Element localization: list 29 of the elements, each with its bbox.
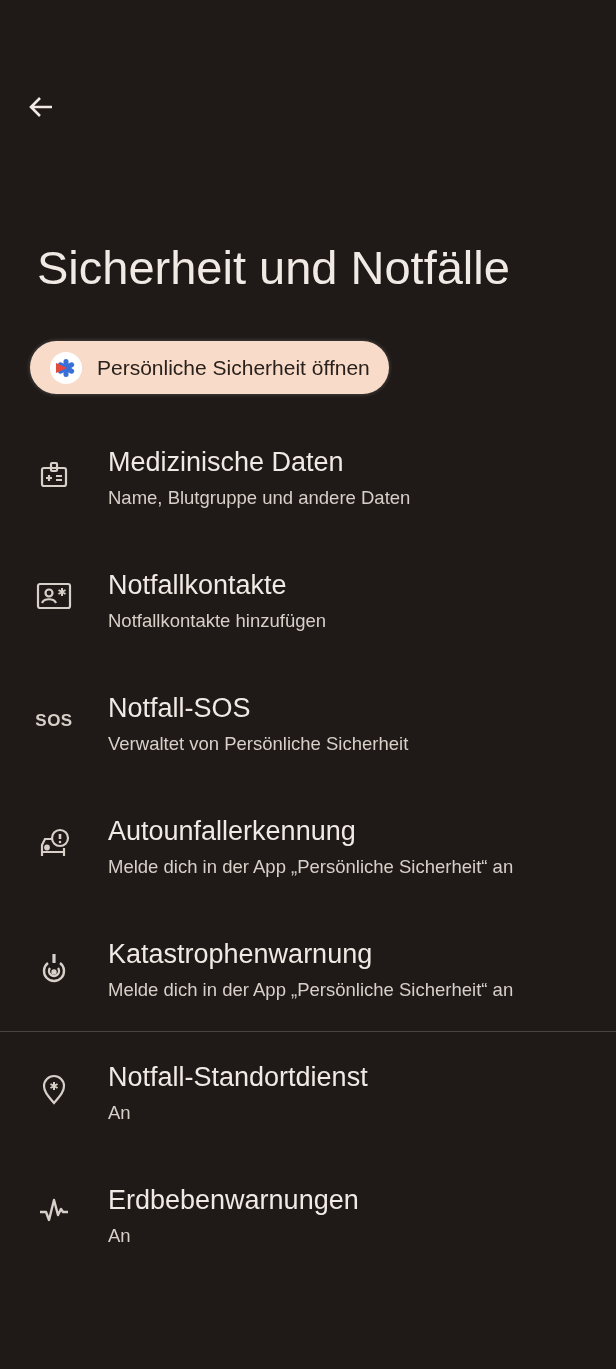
item-title: Erdbebenwarnungen [108, 1184, 359, 1217]
item-title: Katastrophenwarnung [108, 938, 374, 971]
settings-item[interactable]: Autounfallerkennung Melde dich in der App „Persönliche Sicherheit“ an [0, 789, 616, 912]
item-subtitle: An [108, 1101, 132, 1125]
settings-item[interactable]: Notfall-Standortdienst An [0, 1035, 616, 1158]
item-title: Notfall-SOS [108, 692, 252, 725]
back-arrow-icon [28, 96, 54, 118]
item-subtitle: Melde dich in der App „Persönliche Sicherheit“ an [108, 978, 514, 1002]
item-subtitle: Melde dich in der App „Persönliche Sicherheit“ an [108, 855, 514, 879]
settings-item[interactable]: Notfallkontakte Notfallkontakte hinzufügen [0, 543, 616, 666]
pulse-wave-icon [38, 1197, 70, 1223]
open-app-button[interactable]: Persönliche Sicherheit öffnen [30, 341, 389, 394]
item-subtitle: Notfallkontakte hinzufügen [108, 609, 327, 633]
item-subtitle: Name, Blutgruppe und andere Daten [108, 486, 411, 510]
settings-item[interactable]: SOS Notfall-SOS Verwaltet von Persönliche Sicherheit [0, 666, 616, 789]
location-pin-icon [41, 1074, 67, 1106]
contact-card-icon [36, 582, 72, 610]
asterisk-logo-icon [50, 351, 82, 384]
settings-item[interactable]: Katastrophenwarnung Melde dich in der App „Persönliche Sicherheit“ an [0, 912, 616, 1035]
item-title: Medizinische Daten [108, 446, 345, 479]
settings-item[interactable]: Erdbebenwarnungen An [0, 1158, 616, 1281]
item-subtitle: An [108, 1224, 132, 1248]
item-subtitle: Verwaltet von Persönliche Sicherheit [108, 732, 409, 756]
item-title: Autounfallerkennung [108, 815, 357, 848]
settings-item[interactable]: Medizinische Daten Name, Blutgruppe und andere Daten [0, 420, 616, 543]
page-title: Sicherheit und Notfälle [37, 240, 511, 296]
sos-icon: SOS [35, 711, 73, 731]
item-title: Notfallkontakte [108, 569, 288, 602]
item-title: Notfall-Standortdienst [108, 1061, 368, 1094]
